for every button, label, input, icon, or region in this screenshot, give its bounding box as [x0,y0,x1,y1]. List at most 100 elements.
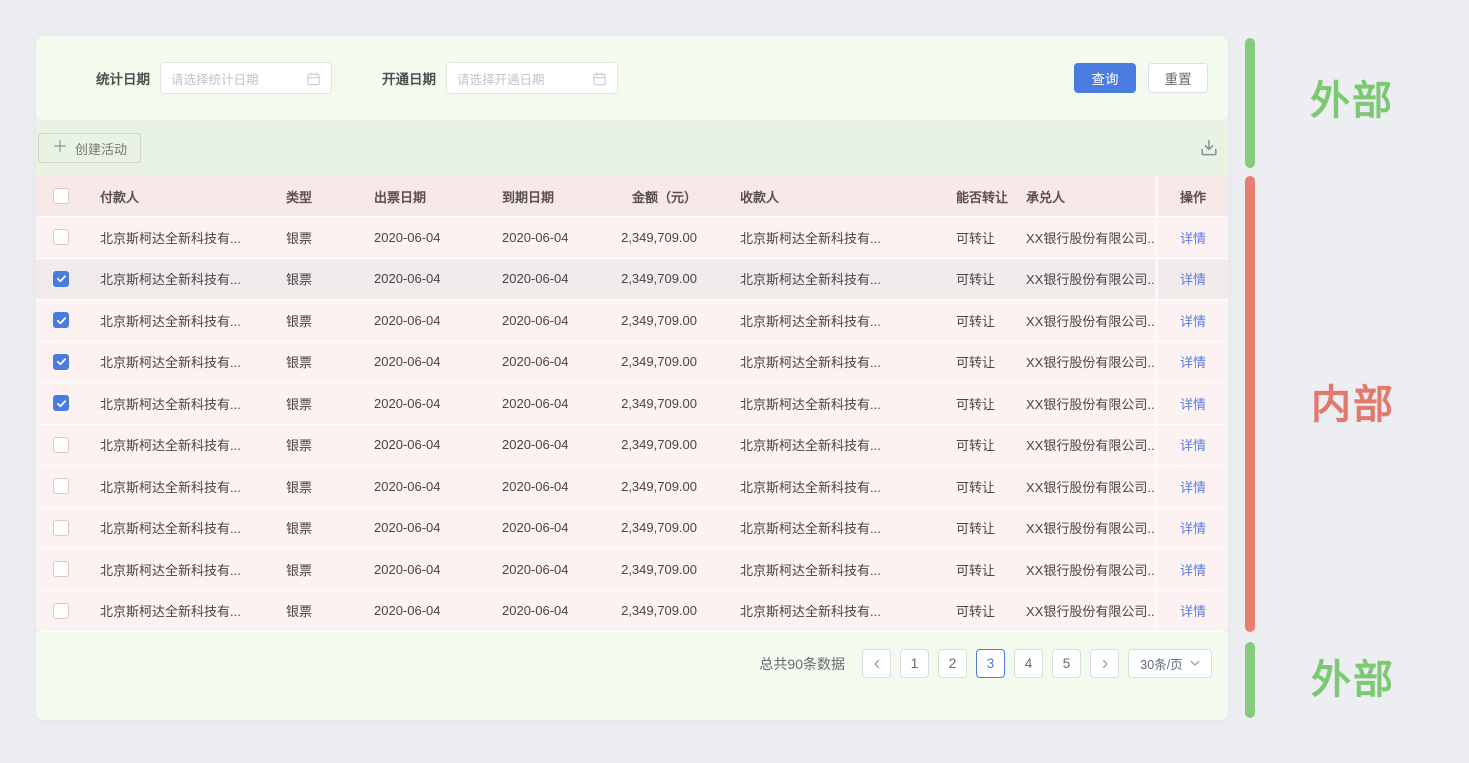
internal-label: 内部 [1311,385,1395,425]
query-button[interactable]: 查询 [1074,63,1136,93]
detail-link[interactable]: 详情 [1180,560,1206,579]
detail-link[interactable]: 详情 [1180,311,1206,330]
row-checkbox[interactable] [53,354,69,370]
action-cell: 详情 [1155,342,1228,383]
check-icon [56,315,67,326]
action-cell: 详情 [1155,425,1228,466]
detail-link[interactable]: 详情 [1180,518,1206,537]
table-row: 北京斯柯达全新科技有...银票2020-06-042020-06-042,349… [36,300,1228,342]
cell-due_date: 2020-06-04 [502,354,620,369]
check-icon [56,398,67,409]
cell-payer: 北京斯柯达全新科技有... [86,477,286,496]
action-cell: 详情 [1155,466,1228,507]
cell-acceptor: XX银行股份有限公司... [1026,394,1155,413]
create-activity-button[interactable]: ＋ 创建活动 [38,133,141,163]
cell-due_date: 2020-06-04 [502,479,620,494]
row-checkbox[interactable] [53,271,69,287]
row-checkbox[interactable] [53,395,69,411]
cell-due_date: 2020-06-04 [502,271,620,286]
reset-button[interactable]: 重置 [1148,63,1208,93]
cell-type: 银票 [286,560,374,579]
chevron-left-icon [872,659,882,669]
cell-payer: 北京斯柯达全新科技有... [86,228,286,247]
cell-payer: 北京斯柯达全新科技有... [86,394,286,413]
cell-payee: 北京斯柯达全新科技有... [725,518,938,537]
table-row: 北京斯柯达全新科技有...银票2020-06-042020-06-042,349… [36,217,1228,259]
external-top-bar [1245,38,1255,168]
download-icon[interactable] [1198,137,1220,159]
row-checkbox[interactable] [53,312,69,328]
cell-type: 银票 [286,394,374,413]
checkbox-cell [36,437,86,453]
total-count: 总共90条数据 [759,654,845,674]
detail-link[interactable]: 详情 [1180,269,1206,288]
prev-page-button[interactable] [862,649,891,678]
table-row: 北京斯柯达全新科技有...银票2020-06-042020-06-042,349… [36,342,1228,384]
cell-acceptor: XX银行股份有限公司... [1026,435,1155,454]
stat-date-input[interactable]: 请选择统计日期 [160,62,332,94]
detail-link[interactable]: 详情 [1180,228,1206,247]
detail-link[interactable]: 详情 [1180,435,1206,454]
cell-acceptor: XX银行股份有限公司... [1026,352,1155,371]
cell-payer: 北京斯柯达全新科技有... [86,435,286,454]
action-cell: 详情 [1155,383,1228,424]
table-row: 北京斯柯达全新科技有...银票2020-06-042020-06-042,349… [36,591,1228,633]
cell-due_date: 2020-06-04 [502,603,620,618]
column-header-type: 类型 [286,187,374,206]
next-page-button[interactable] [1090,649,1119,678]
row-checkbox[interactable] [53,603,69,619]
page-button-1[interactable]: 1 [900,649,929,678]
cell-amount: 2,349,709.00 [620,437,725,452]
checkbox-cell [36,188,86,204]
page-size-select[interactable]: 30条/页 [1128,649,1212,678]
cell-payer: 北京斯柯达全新科技有... [86,560,286,579]
cell-transferable: 可转让 [938,601,1026,620]
calendar-icon [592,71,607,86]
cell-transferable: 可转让 [938,560,1026,579]
row-checkbox[interactable] [53,229,69,245]
row-checkbox[interactable] [53,520,69,536]
table-row: 北京斯柯达全新科技有...银票2020-06-042020-06-042,349… [36,508,1228,550]
detail-link[interactable]: 详情 [1180,352,1206,371]
create-activity-label: 创建活动 [75,139,127,158]
cell-amount: 2,349,709.00 [620,603,725,618]
action-cell: 详情 [1155,259,1228,300]
cell-transferable: 可转让 [938,394,1026,413]
row-checkbox[interactable] [53,437,69,453]
cell-payer: 北京斯柯达全新科技有... [86,518,286,537]
cell-payee: 北京斯柯达全新科技有... [725,228,938,247]
select-all-checkbox[interactable] [53,188,69,204]
internal-bar [1245,176,1255,632]
checkbox-cell [36,229,86,245]
detail-link[interactable]: 详情 [1180,394,1206,413]
page-button-2[interactable]: 2 [938,649,967,678]
main-panel: 统计日期 请选择统计日期 开通日期 请选择开通日期 [36,36,1228,720]
cell-issue_date: 2020-06-04 [374,479,502,494]
cell-type: 银票 [286,518,374,537]
cell-transferable: 可转让 [938,435,1026,454]
external-bottom-label: 外部 [1311,660,1395,700]
page-button-5[interactable]: 5 [1052,649,1081,678]
cell-amount: 2,349,709.00 [620,396,725,411]
cell-transferable: 可转让 [938,352,1026,371]
page-button-3[interactable]: 3 [976,649,1005,678]
detail-link[interactable]: 详情 [1180,601,1206,620]
action-cell: 详情 [1155,549,1228,590]
row-checkbox[interactable] [53,561,69,577]
cell-transferable: 可转让 [938,311,1026,330]
cell-transferable: 可转让 [938,269,1026,288]
page-button-4[interactable]: 4 [1014,649,1043,678]
table-row: 北京斯柯达全新科技有...银票2020-06-042020-06-042,349… [36,425,1228,467]
plus-icon: ＋ [52,140,68,156]
cell-amount: 2,349,709.00 [620,354,725,369]
table-footer: 总共90条数据 12345 30条/页 [36,632,1228,720]
cell-payer: 北京斯柯达全新科技有... [86,269,286,288]
detail-link[interactable]: 详情 [1180,477,1206,496]
open-date-input[interactable]: 请选择开通日期 [446,62,618,94]
chevron-down-icon [1190,660,1200,667]
pagination: 总共90条数据 12345 30条/页 [759,649,1212,678]
check-icon [56,356,67,367]
row-checkbox[interactable] [53,478,69,494]
stat-date-group: 统计日期 请选择统计日期 [96,62,332,94]
cell-amount: 2,349,709.00 [620,271,725,286]
